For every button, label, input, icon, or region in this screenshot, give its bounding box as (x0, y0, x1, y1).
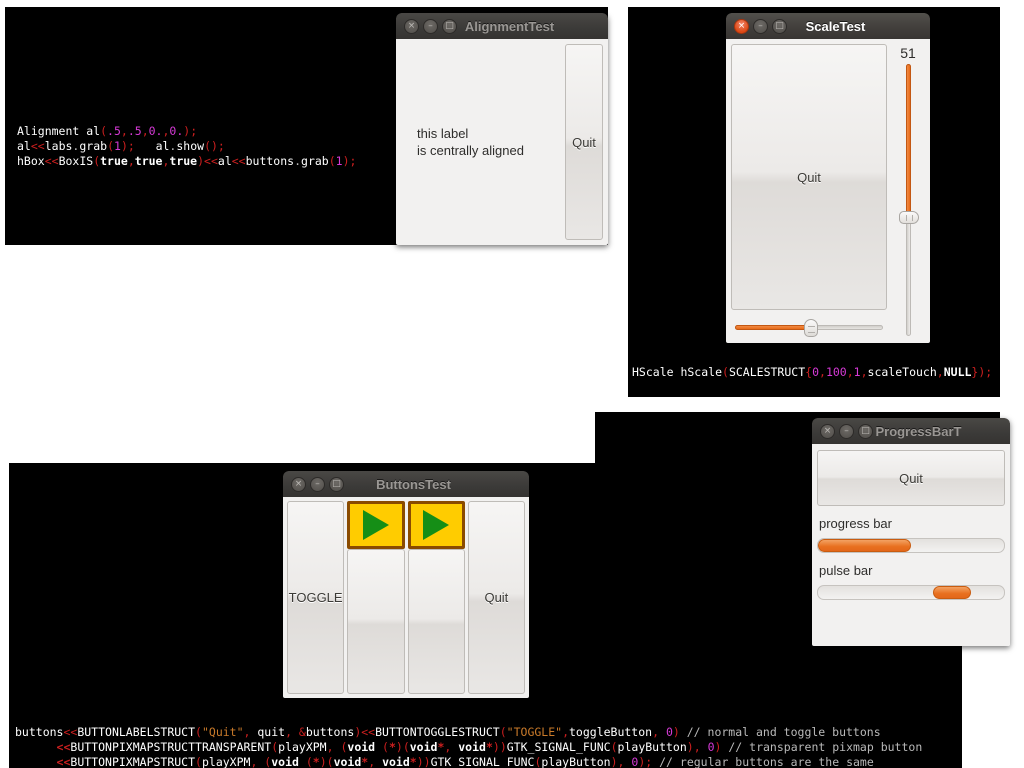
centered-label: this label is centrally aligned (417, 125, 524, 159)
titlebar-progressbar-test[interactable]: × – □ ProgressBarT (812, 418, 1010, 444)
pixmap-button-body[interactable] (407, 549, 465, 694)
play-triangle-icon (423, 510, 450, 540)
code-line-3: hBox<<BoxIS(true,true,true)<<al<<buttons… (17, 154, 357, 168)
minimize-icon[interactable]: – (423, 18, 438, 34)
window-title: ButtonsTest (376, 476, 451, 492)
minimize-icon[interactable]: – (310, 476, 325, 492)
pulse-bar-label: pulse bar (819, 563, 873, 578)
play-triangle-icon (362, 510, 389, 540)
window-alignment-test[interactable]: × – □ AlignmentTest this label is centra… (396, 13, 608, 245)
code-line-hscale: HScale hScale(SCALESTRUCT{0,100,1,scaleT… (632, 365, 993, 379)
close-icon[interactable]: × (404, 18, 419, 34)
window-controls[interactable]: × – □ (404, 18, 457, 34)
quit-button[interactable]: Quit (467, 501, 525, 694)
window-body-alignment: this label is centrally aligned Quit (396, 39, 608, 245)
close-icon[interactable]: × (820, 423, 835, 439)
maximize-icon[interactable]: □ (329, 476, 344, 492)
pixmap-button[interactable] (407, 501, 465, 549)
progress-bar (817, 538, 1005, 553)
progress-bar-label: progress bar (819, 516, 892, 531)
code-line-2: al<<labs.grab(1); al.show(); (17, 139, 225, 153)
transparent-pixmap-button[interactable] (347, 501, 405, 549)
window-controls[interactable]: × – □ (734, 18, 787, 34)
code-line-b3: <<BUTTONPIXMAPSTRUCT(playXPM, (void (*)(… (56, 755, 874, 768)
pixmap-button-column (407, 501, 465, 694)
window-scale-test[interactable]: × – □ ScaleTest Quit 51 (726, 13, 930, 343)
window-title: AlignmentTest (464, 18, 555, 34)
window-controls[interactable]: × – □ (291, 476, 344, 492)
code-line-vscale: VScale vScale(SCALESTRUCT{0,100,1,scaleT… (632, 395, 992, 397)
window-buttons-test[interactable]: × – □ ButtonsTest TOGGLE Quit (283, 471, 529, 698)
window-controls[interactable]: × – □ (820, 423, 873, 439)
close-icon[interactable]: × (291, 476, 306, 492)
pulse-bar-block (933, 586, 971, 599)
vertical-scale[interactable] (891, 62, 925, 338)
pixmap-button-body[interactable] (347, 549, 405, 694)
maximize-icon[interactable]: □ (442, 18, 457, 34)
buttons-code-block: buttons<<BUTTONLABELSTRUCT("Quit", quit,… (15, 710, 922, 768)
alignment-code-block: Alignment al(.5,.5,0.,0.); al<<labs.grab… (17, 109, 356, 184)
horizontal-scale[interactable] (731, 316, 887, 338)
scale-code-block: HScale hScale(SCALESTRUCT{0,100,1,scaleT… (632, 350, 992, 397)
quit-button[interactable]: Quit (565, 44, 603, 240)
code-line-b1: buttons<<BUTTONLABELSTRUCT("Quit", quit,… (15, 725, 881, 739)
scale-right-column: 51 (891, 44, 925, 338)
code-line-1: Alignment al(.5,.5,0.,0.); (17, 124, 198, 138)
window-progressbar-test[interactable]: × – □ ProgressBarT Quit progress bar pul… (812, 418, 1010, 646)
centered-label-line1: this label (417, 126, 469, 141)
progress-bar-fill (818, 539, 911, 552)
maximize-icon[interactable]: □ (772, 18, 787, 34)
minimize-icon[interactable]: – (753, 18, 768, 34)
titlebar-scale-test[interactable]: × – □ ScaleTest (726, 13, 930, 39)
quit-button[interactable]: Quit (817, 450, 1005, 506)
transparent-pixmap-button-column (347, 501, 405, 694)
vscale-fill (906, 64, 911, 214)
titlebar-alignment-test[interactable]: × – □ AlignmentTest (396, 13, 608, 39)
toggle-button[interactable]: TOGGLE (287, 501, 345, 694)
window-body-progress: Quit progress bar pulse bar (812, 444, 1010, 646)
pulse-bar (817, 585, 1005, 600)
alignment-label-area: this label is centrally aligned (401, 44, 560, 240)
vscale-value-label: 51 (900, 45, 916, 61)
hscale-fill (735, 325, 810, 330)
screenshot-root: Alignment al(.5,.5,0.,0.); al<<labs.grab… (0, 0, 1024, 768)
window-title: ProgressBarT (875, 423, 962, 439)
window-body-scale: Quit 51 (726, 39, 930, 343)
quit-button-column: Quit (467, 501, 525, 694)
minimize-icon[interactable]: – (839, 423, 854, 439)
code-line-b2: <<BUTTONPIXMAPSTRUCTTRANSPARENT(playXPM,… (56, 740, 923, 754)
maximize-icon[interactable]: □ (858, 423, 873, 439)
close-icon[interactable]: × (734, 18, 749, 34)
quit-button[interactable]: Quit (731, 44, 887, 310)
hscale-knob[interactable] (804, 319, 819, 337)
toggle-button-column: TOGGLE (287, 501, 345, 694)
scale-left-column: Quit (731, 44, 887, 338)
window-title: ScaleTest (805, 18, 866, 34)
titlebar-buttons-test[interactable]: × – □ ButtonsTest (283, 471, 529, 497)
vscale-knob[interactable] (899, 211, 919, 225)
centered-label-line2: is centrally aligned (417, 143, 524, 158)
window-body-buttons: TOGGLE Quit (283, 497, 529, 698)
